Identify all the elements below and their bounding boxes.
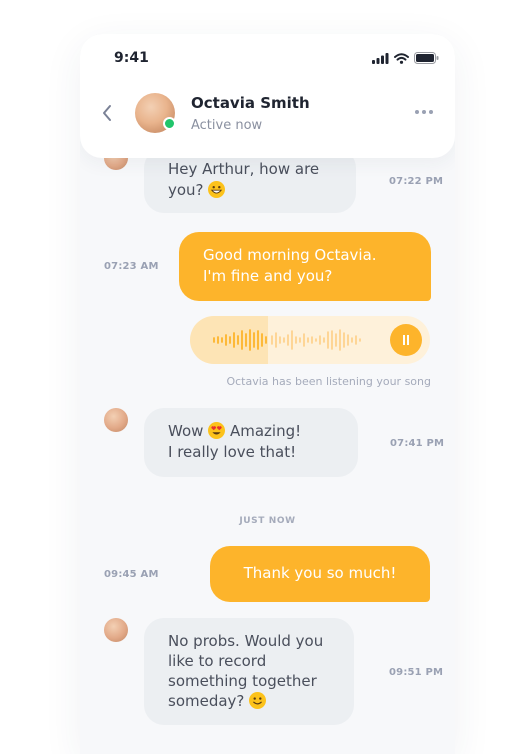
chat-screen: 9:41 Octavia Smith Active now Hey Arthur… (80, 34, 455, 754)
chevron-left-icon (103, 105, 111, 121)
back-button[interactable] (102, 104, 112, 126)
chat-header: 9:41 Octavia Smith Active now (80, 34, 455, 158)
message-bubble-outgoing[interactable]: Thank you so much! (210, 546, 430, 602)
contact-avatar[interactable] (135, 93, 176, 133)
message-text: Thank you so much! (243, 564, 397, 582)
more-options-icon[interactable] (415, 110, 433, 114)
waveform-icon (213, 329, 361, 351)
wifi-icon (394, 52, 409, 64)
message-text: Hey Arthur, how are (168, 160, 320, 178)
signal-icon (372, 52, 389, 64)
message-text: I'm fine and you? (203, 267, 333, 285)
status-time: 9:41 (114, 50, 149, 66)
message-bubble-incoming[interactable]: Wow Amazing! I really love that! (144, 408, 358, 477)
grinning-face-emoji-icon (208, 181, 226, 198)
message-timestamp: 07:23 AM (104, 261, 159, 272)
message-text: someday? (168, 692, 245, 710)
voice-message[interactable] (190, 316, 430, 364)
heart-eyes-emoji-icon (208, 422, 226, 439)
contact-name[interactable]: Octavia Smith (191, 94, 310, 112)
message-text: Good morning Octavia. (203, 246, 377, 264)
message-timestamp: 07:41 PM (390, 438, 445, 449)
pause-button[interactable] (390, 324, 422, 356)
message-bubble-incoming[interactable]: No probs. Would you like to record somet… (144, 618, 354, 725)
contact-status: Active now (191, 118, 263, 133)
message-text: like to record (168, 652, 267, 670)
time-divider: JUST NOW (239, 516, 296, 526)
smiling-face-emoji-icon (249, 692, 267, 709)
status-icons (372, 52, 439, 64)
online-indicator (163, 117, 176, 130)
message-text: Amazing! (229, 422, 302, 440)
message-text: I really love that! (168, 443, 297, 461)
message-bubble-outgoing[interactable]: Good morning Octavia. I'm fine and you? (179, 232, 431, 301)
message-timestamp: 09:45 AM (104, 569, 159, 580)
battery-icon (414, 52, 439, 64)
sender-avatar (104, 618, 128, 642)
message-text: No probs. Would you (168, 632, 324, 650)
message-timestamp: 09:51 PM (389, 667, 444, 678)
message-text: something together (168, 672, 317, 690)
listening-note: Octavia has been listening your song (226, 375, 431, 388)
sender-avatar (104, 408, 128, 432)
message-timestamp: 07:22 PM (389, 176, 444, 187)
message-text: you? (168, 181, 204, 199)
message-text: Wow (168, 422, 204, 440)
